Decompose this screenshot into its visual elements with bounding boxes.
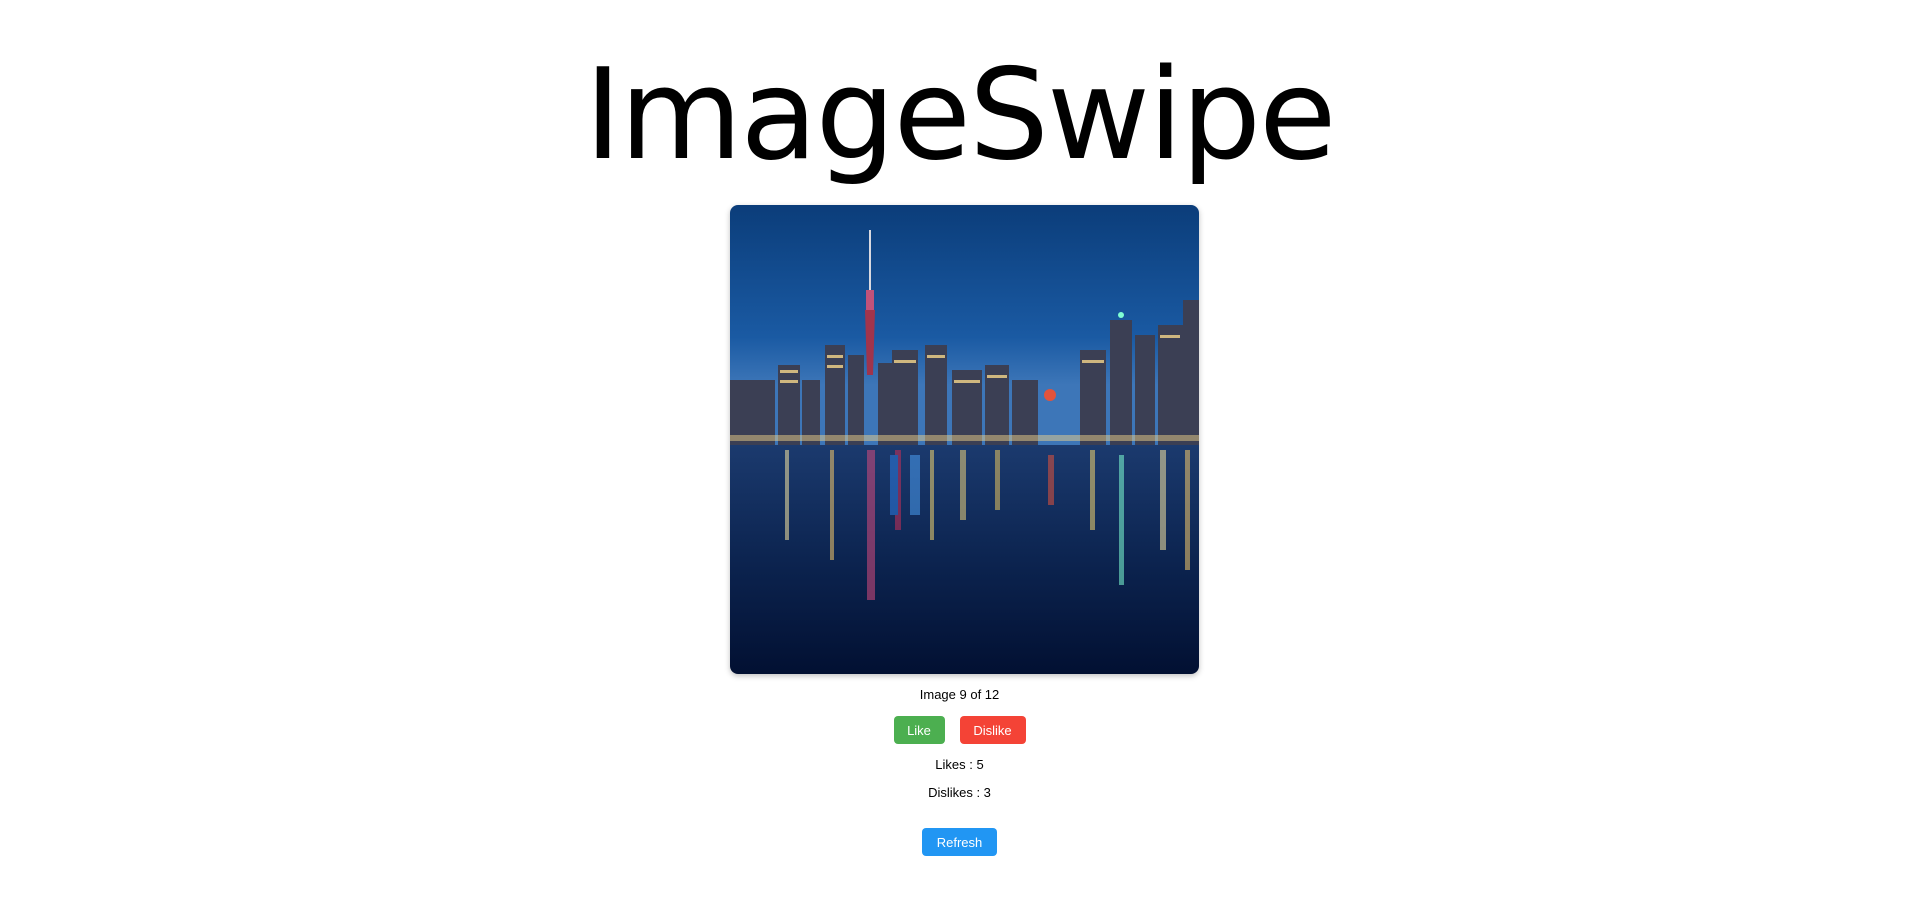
dislike-button[interactable]: Dislike xyxy=(959,716,1026,744)
refresh-button[interactable]: Refresh xyxy=(922,828,997,856)
current-image[interactable] xyxy=(730,205,1199,674)
refresh-row: Refresh xyxy=(0,828,1919,856)
likes-count: Likes : 5 xyxy=(935,757,984,772)
image-counter: Image 9 of 12 xyxy=(919,687,1000,702)
page: ImageSwipe Image 9 of 12 Like Dislike Li… xyxy=(0,0,1919,900)
dislikes-count: Dislikes : 3 xyxy=(928,785,991,800)
vote-buttons: Like Dislike xyxy=(0,716,1919,744)
city-skyline-night-icon xyxy=(730,205,1199,674)
app-title: ImageSwipe xyxy=(584,41,1336,188)
like-button[interactable]: Like xyxy=(893,716,945,744)
